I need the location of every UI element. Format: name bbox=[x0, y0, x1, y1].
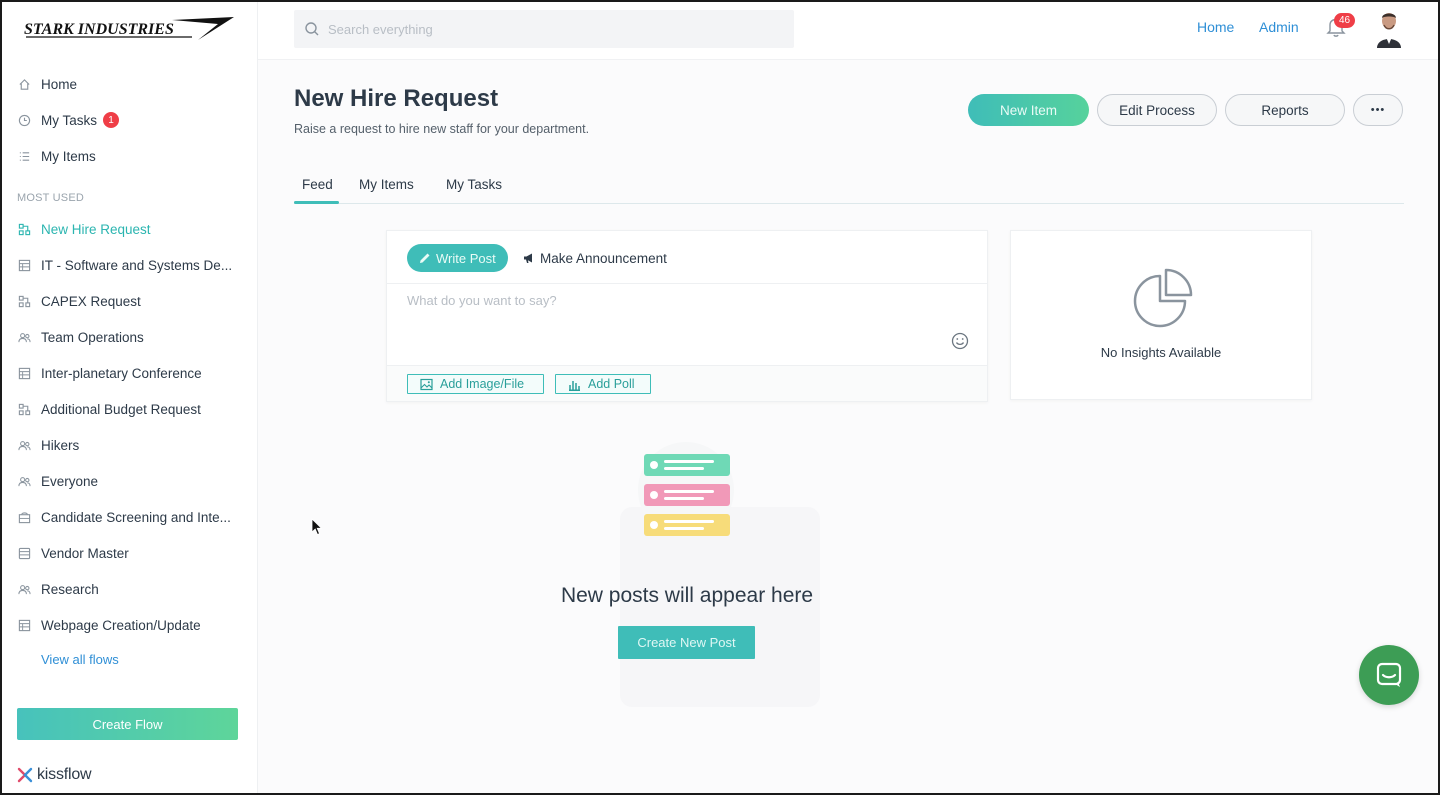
edit-process-button[interactable]: Edit Process bbox=[1097, 94, 1217, 126]
people-icon bbox=[17, 582, 31, 596]
sidebar-item-label: Additional Budget Request bbox=[41, 401, 201, 417]
sidebar-item-my-tasks[interactable]: My Tasks 1 bbox=[2, 105, 258, 135]
sidebar-item-label: Hikers bbox=[41, 437, 80, 453]
people-icon bbox=[17, 330, 31, 344]
active-tab-indicator bbox=[294, 201, 339, 204]
table-icon bbox=[17, 366, 31, 380]
case-icon bbox=[17, 510, 31, 524]
poll-icon bbox=[569, 380, 580, 391]
svg-text:STARK INDUSTRIES: STARK INDUSTRIES bbox=[24, 21, 174, 38]
sidebar-item-team-operations[interactable]: Team Operations bbox=[2, 322, 258, 352]
page-title: New Hire Request bbox=[294, 85, 499, 112]
create-new-post-button[interactable]: Create New Post bbox=[618, 626, 755, 659]
sidebar-item-label: Webpage Creation/Update bbox=[41, 617, 201, 633]
sidebar-item-label: New Hire Request bbox=[41, 221, 151, 237]
top-bar: Home Admin 46 bbox=[258, 2, 1438, 60]
sidebar-item-hikers[interactable]: Hikers bbox=[2, 430, 258, 460]
sidebar-item-research[interactable]: Research bbox=[2, 574, 258, 604]
sidebar-item-label: Vendor Master bbox=[41, 545, 129, 561]
sidebar-item-label: Candidate Screening and Inte... bbox=[41, 509, 231, 525]
sidebar-item-capex-request[interactable]: CAPEX Request bbox=[2, 286, 258, 316]
sidebar-item-it-software[interactable]: IT - Software and Systems De... bbox=[2, 250, 258, 280]
avatar[interactable] bbox=[1374, 10, 1404, 48]
tab-my-tasks[interactable]: My Tasks bbox=[446, 177, 502, 192]
tab-bar: Feed My Items My Tasks bbox=[294, 174, 1404, 204]
sidebar-item-everyone[interactable]: Everyone bbox=[2, 466, 258, 496]
clock-icon bbox=[17, 113, 31, 127]
no-insights-text: No Insights Available bbox=[1100, 345, 1222, 360]
home-icon bbox=[17, 77, 31, 91]
empty-state-title: New posts will appear here bbox=[560, 584, 814, 607]
flow-icon bbox=[17, 294, 31, 308]
table-icon bbox=[17, 258, 31, 272]
image-icon bbox=[420, 378, 433, 390]
more-options-button[interactable]: ••• bbox=[1353, 94, 1403, 126]
sidebar-item-vendor-master[interactable]: Vendor Master bbox=[2, 538, 258, 568]
add-poll-button[interactable]: Add Poll bbox=[555, 374, 651, 394]
sidebar-item-my-items[interactable]: My Items bbox=[2, 141, 258, 171]
reports-button[interactable]: Reports bbox=[1225, 94, 1345, 126]
sidebar-item-additional-budget-request[interactable]: Additional Budget Request bbox=[2, 394, 258, 424]
home-link[interactable]: Home bbox=[1197, 19, 1234, 35]
post-text-input[interactable] bbox=[407, 293, 947, 353]
create-flow-button[interactable]: Create Flow bbox=[17, 708, 238, 740]
sidebar-item-label: CAPEX Request bbox=[41, 293, 141, 309]
sidebar-item-label: Team Operations bbox=[41, 329, 144, 345]
search-icon bbox=[305, 22, 319, 36]
mouse-cursor-icon bbox=[311, 518, 323, 536]
posts-list-illustration bbox=[638, 442, 734, 538]
stark-industries-logo[interactable]: STARK INDUSTRIES bbox=[22, 14, 236, 44]
pencil-icon bbox=[420, 253, 430, 263]
admin-link[interactable]: Admin bbox=[1259, 19, 1299, 35]
chat-launcher-button[interactable] bbox=[1359, 645, 1419, 705]
add-image-file-button[interactable]: Add Image/File bbox=[407, 374, 544, 394]
emoji-icon[interactable] bbox=[950, 331, 970, 351]
people-icon bbox=[17, 438, 31, 452]
sidebar-item-home[interactable]: Home bbox=[2, 69, 258, 99]
notification-badge: 46 bbox=[1334, 13, 1355, 28]
sidebar-item-label: Everyone bbox=[41, 473, 99, 489]
flow-icon bbox=[17, 402, 31, 416]
kissflow-icon bbox=[17, 767, 33, 783]
post-composer: Write Post Make Announcement Add Image/F… bbox=[386, 230, 988, 402]
sidebar-item-label: My Items bbox=[41, 148, 96, 164]
sidebar-item-label: Home bbox=[41, 76, 78, 92]
app-window: STARK INDUSTRIES Home My Tasks 1 My Item… bbox=[2, 2, 1438, 793]
divider bbox=[387, 283, 987, 284]
search-box[interactable] bbox=[294, 10, 794, 48]
insights-card: No Insights Available bbox=[1010, 230, 1312, 400]
chat-icon bbox=[1376, 662, 1402, 687]
list-icon bbox=[17, 149, 31, 163]
sidebar-item-label: IT - Software and Systems De... bbox=[41, 257, 233, 273]
most-used-heading: MOST USED bbox=[17, 192, 84, 204]
people-icon bbox=[17, 474, 31, 488]
page-subtitle: Raise a request to hire new staff for yo… bbox=[294, 122, 590, 136]
new-item-button[interactable]: New Item bbox=[968, 94, 1089, 126]
sidebar-item-new-hire-request[interactable]: New Hire Request bbox=[2, 214, 258, 244]
sidebar-item-label: Research bbox=[41, 581, 99, 597]
sidebar-item-label: My Tasks bbox=[41, 112, 98, 128]
write-post-tab[interactable]: Write Post bbox=[407, 244, 508, 272]
table-icon bbox=[17, 618, 31, 632]
view-all-flows-link[interactable]: View all flows bbox=[41, 652, 119, 667]
sidebar-item-label: Inter-planetary Conference bbox=[41, 365, 202, 381]
make-announcement-tab[interactable]: Make Announcement bbox=[523, 244, 667, 272]
tasks-count-badge: 1 bbox=[103, 112, 120, 128]
megaphone-icon bbox=[524, 253, 532, 263]
composer-footer: Add Image/File Add Poll bbox=[387, 365, 987, 401]
sidebar-item-candidate-screening[interactable]: Candidate Screening and Inte... bbox=[2, 502, 258, 532]
tab-my-items[interactable]: My Items bbox=[359, 177, 414, 192]
search-input[interactable] bbox=[328, 21, 768, 37]
sidebar-item-webpage-creation[interactable]: Webpage Creation/Update bbox=[2, 610, 258, 640]
tab-feed[interactable]: Feed bbox=[302, 177, 333, 192]
sidebar: STARK INDUSTRIES Home My Tasks 1 My Item… bbox=[2, 2, 258, 793]
sidebar-item-inter-planetary-conference[interactable]: Inter-planetary Conference bbox=[2, 358, 258, 388]
flow-icon bbox=[17, 222, 31, 236]
kissflow-logo: kissflow bbox=[17, 766, 92, 784]
database-icon bbox=[17, 546, 31, 560]
pie-chart-icon bbox=[1133, 268, 1193, 328]
